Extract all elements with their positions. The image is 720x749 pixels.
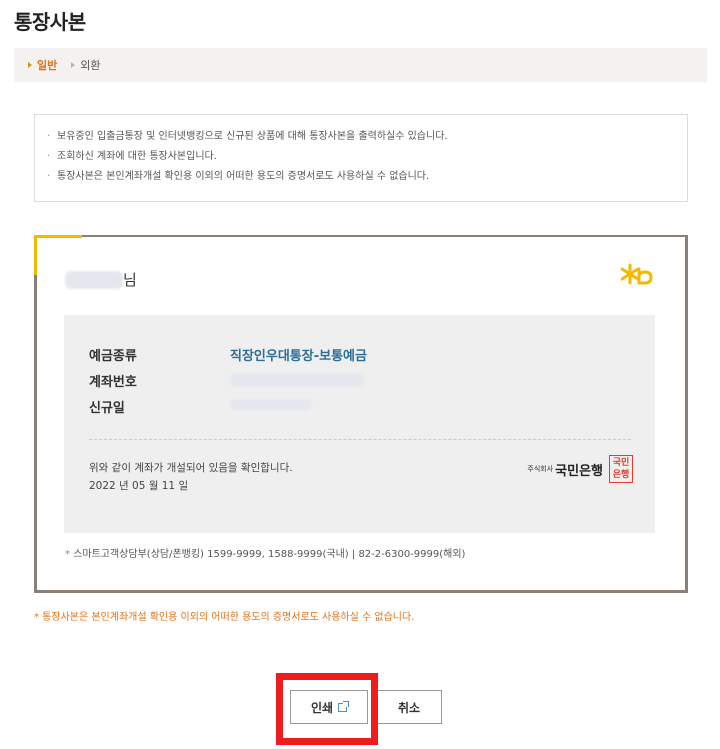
notice-item: 통장사본은 본인계좌개설 확인용 이외의 어떠한 용도의 증명서로도 사용하실 … [47, 167, 675, 187]
corner-accent [34, 235, 82, 238]
print-button-label: 인쇄 [310, 700, 334, 715]
redacted-account-number [230, 373, 364, 387]
deposit-type-value: 직장인우대통장-보통예금 [230, 349, 367, 364]
tab-foreign-currency[interactable]: 외환 [71, 57, 101, 73]
divider [89, 439, 631, 440]
corner-accent [34, 235, 37, 275]
confirmation-text: 위와 같이 계좌가 개설되어 있음을 확인합니다. 2022 년 05 월 11… [89, 459, 293, 495]
passbook-copy: 님 예금종류 직장인우대통장-보통예금 계좌번호 신규일 위와 같이 계좌가 개… [34, 235, 688, 593]
redacted-name [65, 270, 123, 289]
bank-seal-icon: 국민 은행 [609, 455, 633, 483]
usage-warning: * 통장사본은 본인계좌개설 확인용 이외의 어떠한 용도의 증명서로도 사용하… [34, 612, 415, 623]
notice-item: 조회하신 계좌에 대한 통장사본입니다. [47, 147, 675, 167]
open-date-label: 신규일 [89, 401, 125, 416]
account-holder-name: 님 [65, 269, 137, 290]
triangle-right-icon [71, 62, 76, 68]
account-number-label: 계좌번호 [89, 375, 137, 390]
tab-general-label: 일반 [37, 59, 58, 72]
print-button[interactable]: 인쇄 [290, 690, 368, 724]
kb-star-icon [621, 263, 653, 285]
cancel-button[interactable]: 취소 [376, 690, 442, 724]
bank-name: 국민은행 [555, 463, 603, 479]
external-link-icon [338, 700, 350, 712]
triangle-right-icon [28, 62, 32, 68]
notice-item: 보유중인 입출금통장 및 인터넷뱅킹으로 신규된 상품에 대해 통장사본을 출력… [47, 127, 675, 147]
bank-company-type: 주식회사 [527, 465, 554, 473]
deposit-type-label: 예금종류 [89, 349, 137, 364]
page-title: 통장사본 [14, 10, 86, 34]
name-suffix: 님 [123, 271, 137, 289]
contact-info: 스마트고객상담부(상담/폰뱅킹) 1599-9999, 1588-9999(국내… [65, 545, 465, 560]
account-info-box: 예금종류 직장인우대통장-보통예금 계좌번호 신규일 위와 같이 계좌가 개설되… [64, 315, 655, 533]
redacted-open-date [230, 399, 312, 410]
notice-box: 보유중인 입출금통장 및 인터넷뱅킹으로 신규된 상품에 대해 통장사본을 출력… [34, 114, 688, 202]
confirm-sentence: 위와 같이 계좌가 개설되어 있음을 확인합니다. [89, 462, 293, 474]
tab-foreign-currency-label: 외환 [80, 59, 101, 72]
action-buttons: 인쇄 취소 [290, 690, 442, 724]
confirm-date: 2022 년 05 월 11 일 [89, 480, 189, 492]
bank-signature: 주식회사 국민은행 국민 은행 [527, 455, 633, 483]
tab-general[interactable]: 일반 [28, 57, 57, 73]
tab-bar: 일반 외환 [14, 48, 707, 82]
